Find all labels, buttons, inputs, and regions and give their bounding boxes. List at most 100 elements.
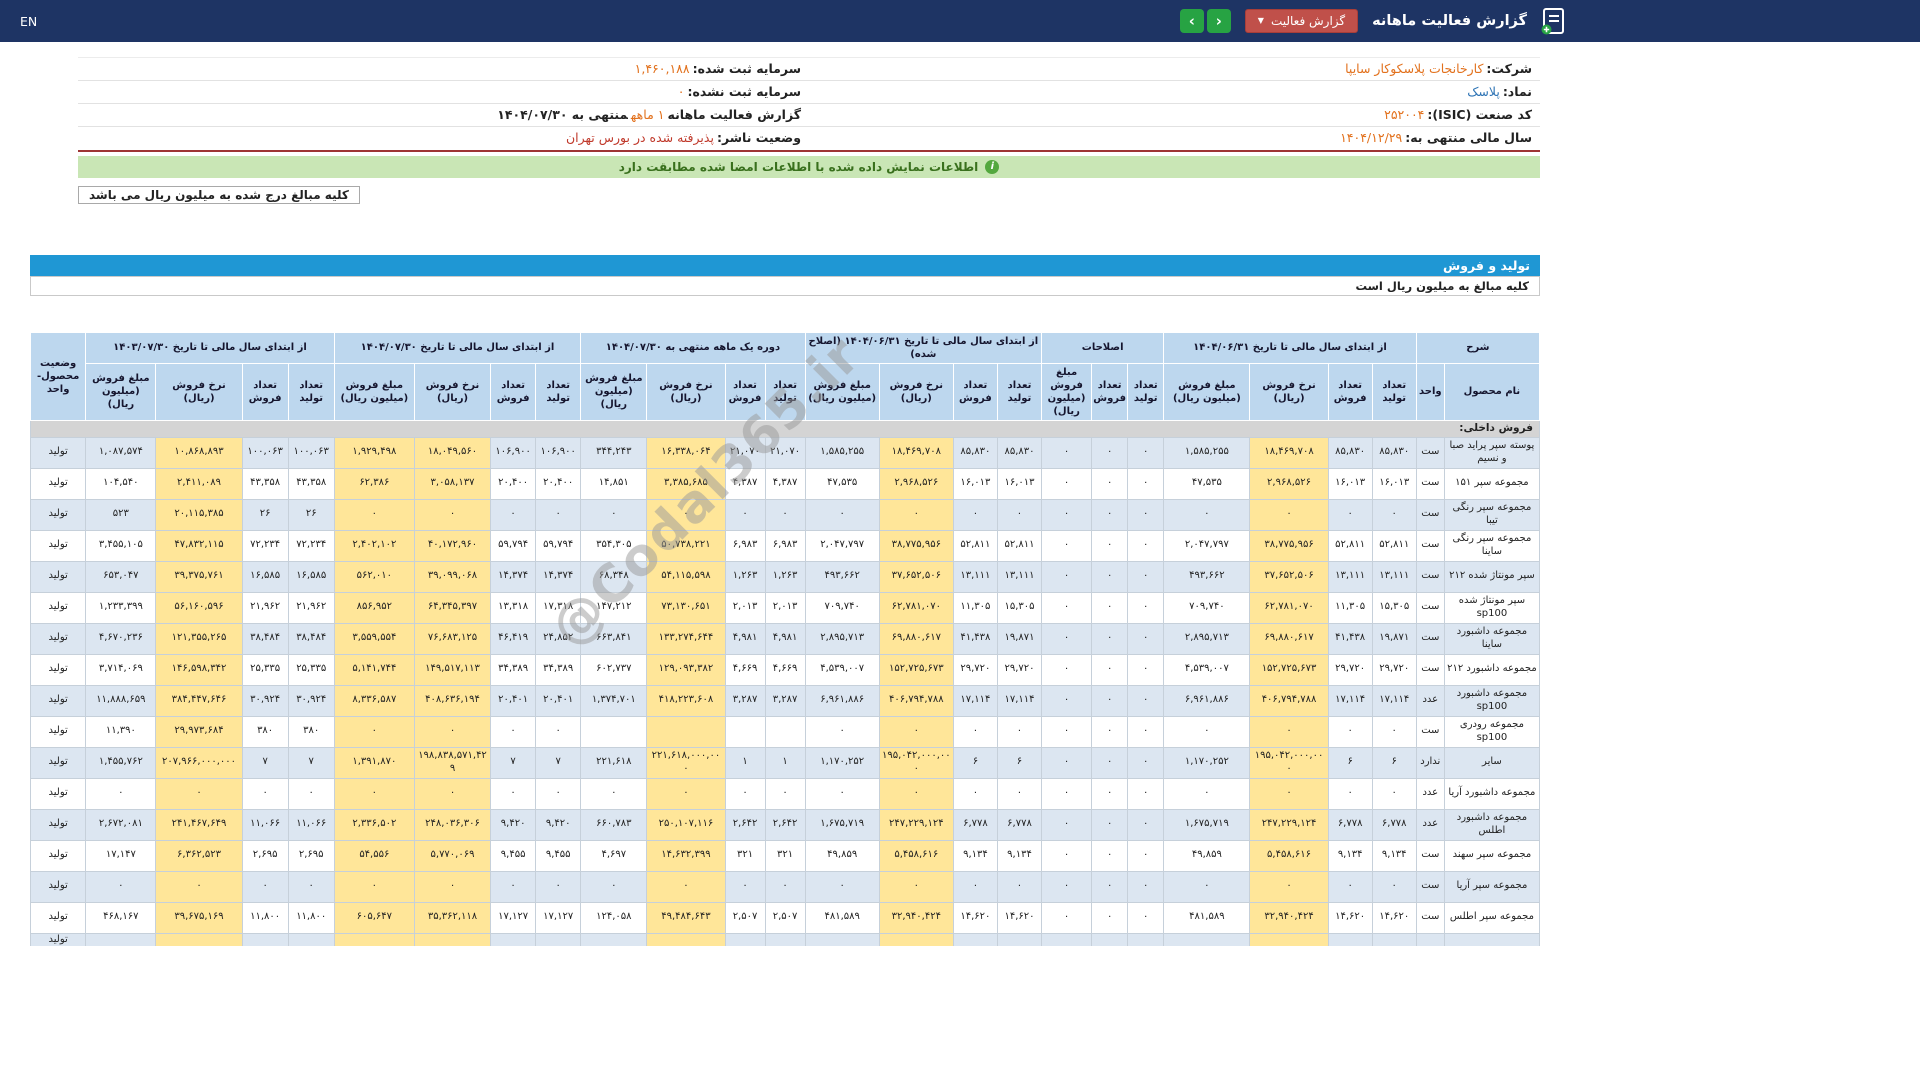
- value-cell: ۹,۱۳۴: [1327, 839, 1373, 872]
- product-name-cell: مجموعه داشبورد ساینا: [1443, 622, 1541, 655]
- value-cell: ۰: [1091, 684, 1129, 717]
- value-cell: ۴۱۸,۲۲۳,۶۰۸: [646, 684, 726, 717]
- status-cell: تولید: [29, 467, 87, 500]
- report-type-dropdown[interactable]: گزارش فعالیت ▼: [1244, 9, 1359, 33]
- value-cell: [241, 932, 289, 946]
- value-cell: ۰: [580, 870, 648, 903]
- value-cell: ۹,۴۵۵: [535, 839, 582, 872]
- value-cell: ۳۲۱: [764, 839, 806, 872]
- value-cell: ۰: [952, 715, 998, 748]
- value-cell: ۱۳,۱۱۱: [1371, 560, 1417, 593]
- product-name-cell: مجموعه سپر اطلس: [1443, 901, 1541, 934]
- status-cell: تولید: [29, 777, 87, 810]
- column-header: نرخ فروش (ریال): [155, 362, 243, 421]
- unit-cell: ست: [1415, 715, 1445, 748]
- value-cell: ۰: [1041, 839, 1093, 872]
- value-cell: ۶۸,۳۴۸: [580, 560, 648, 593]
- product-header: نام محصول: [1443, 362, 1541, 421]
- value-cell: ۰: [1127, 746, 1165, 779]
- value-cell: ۱۵,۳۰۵: [1371, 591, 1417, 624]
- value-cell: ۱۶,۳۳۸,۰۶۴: [646, 436, 726, 469]
- value-cell: ۳۹,۶۷۵,۱۶۹: [155, 901, 243, 934]
- value-cell: ۰: [952, 777, 998, 810]
- next-report-button[interactable]: ›: [1206, 9, 1231, 33]
- value-cell: ۲,۶۹۵: [287, 839, 335, 872]
- value-cell: ۱,۰۸۷,۵۷۴: [85, 436, 157, 469]
- company-info-label: شرکت:: [1486, 61, 1532, 76]
- product-name-cell: سایر: [1443, 746, 1541, 779]
- value-cell: ۱۱,۸۰۰: [287, 901, 335, 934]
- company-info-row: کد صنعت (ISIC):۲۵۲۰۰۴ گزارش فعالیت ماهانه…: [78, 104, 1540, 128]
- value-cell: ۴۰۶,۷۹۴,۷۸۸: [1249, 684, 1329, 717]
- company-info-value[interactable]: پلاسک: [1467, 84, 1500, 99]
- value-cell: ۲۹,۷۲۰: [1371, 653, 1417, 686]
- value-cell: ۰: [1327, 870, 1373, 903]
- product-row: سایر ندارد ۶ ۶ ۱۹۵,۰۴۲,۰۰۰,۰۰۰ ۱,۱۷۰,۲۵۲ ۰ ۰ ۰ ۶ ۶…: [29, 746, 1541, 779]
- value-cell: [646, 932, 726, 946]
- value-cell: ۳۲۱: [724, 839, 766, 872]
- value-cell: ۰: [1249, 870, 1329, 903]
- product-row: تولید: [29, 932, 1541, 946]
- value-cell: ۳۷,۶۵۲,۵۰۶: [878, 560, 954, 593]
- value-cell: ۰: [1163, 870, 1251, 903]
- value-cell: ۲۱,۰۷۰: [764, 436, 806, 469]
- value-cell: ۲۴۷,۲۲۹,۱۲۴: [1249, 808, 1329, 841]
- value-cell: ۱,۳۷۴,۷۰۱: [580, 684, 648, 717]
- value-cell: ۴,۳۸۷: [724, 467, 766, 500]
- value-cell: ۲,۹۶۸,۵۲۶: [878, 467, 954, 500]
- prev-report-button[interactable]: ‹: [1179, 9, 1204, 33]
- value-cell: ۱۳,۱۱۱: [1327, 560, 1373, 593]
- value-cell: ۰: [1091, 901, 1129, 934]
- value-cell: ۰: [1127, 467, 1165, 500]
- value-cell: ۱۶,۰۱۳: [952, 467, 998, 500]
- value-cell: ۰: [764, 777, 806, 810]
- unit-cell: [1415, 932, 1445, 946]
- language-en-link[interactable]: EN: [20, 14, 37, 29]
- value-cell: ۰: [1041, 622, 1093, 655]
- value-cell: ۱۱,۳۰۵: [952, 591, 998, 624]
- value-cell: ۰: [952, 498, 998, 531]
- value-cell: ۰: [996, 777, 1043, 810]
- value-cell: ۴,۵۳۹,۰۰۷: [1163, 653, 1251, 686]
- value-cell: ۰: [413, 870, 492, 903]
- value-cell: ۰: [490, 498, 537, 531]
- product-name-cell: سپر مونتاژ شده ۲۱۲: [1443, 560, 1541, 593]
- value-cell: [413, 932, 492, 946]
- value-cell: ۱۴۷,۲۱۲: [580, 591, 648, 624]
- product-row: مجموعه سپر ۱۵۱ ست ۱۶,۰۱۳ ۱۶,۰۱۳ ۲,۹۶۸,۵۲۶ ۴۷,…: [29, 467, 1541, 500]
- product-name-cell: مجموعه سپر رنگی ساینا: [1443, 529, 1541, 562]
- column-header: تعداد تولید: [1371, 362, 1417, 421]
- value-cell: ۳,۷۱۴,۰۶۹: [85, 653, 157, 686]
- value-cell: ۰: [1091, 560, 1129, 593]
- value-cell: ۵۲,۸۱۱: [1327, 529, 1373, 562]
- report-document-icon[interactable]: [1541, 7, 1565, 35]
- value-cell: ۳۴۴,۲۴۳: [580, 436, 648, 469]
- company-info-row: سال مالی منتهی به:۱۴۰۴/۱۲/۲۹ وضعیت ناشر:پ…: [78, 127, 1540, 149]
- value-cell: ۰: [996, 498, 1043, 531]
- value-cell: ۰: [1127, 808, 1165, 841]
- value-cell: ۱,۴۵۵,۷۶۲: [85, 746, 157, 779]
- value-cell: ۰: [804, 870, 880, 903]
- value-cell: ۰: [333, 498, 415, 531]
- unit-cell: ست: [1415, 901, 1445, 934]
- value-cell: ۷: [287, 746, 335, 779]
- value-cell: ۰: [1041, 498, 1093, 531]
- table-head: شرح از ابتدای سال مالی تا تاریخ ۱۴۰۴/۰۶/۳…: [29, 331, 1541, 421]
- company-info-value[interactable]: کارخانجات پلاسکوکار سایپا: [1345, 61, 1483, 76]
- table-body: فروش داخلی: پوسته سپر پراید صبا و نسیم ست ۸…: [29, 419, 1541, 946]
- value-cell: ۰: [85, 777, 157, 810]
- notice-text: اطلاعات نمایش داده شده با اطلاعات امضا ش…: [618, 159, 979, 174]
- value-cell: ۶۴,۳۴۵,۳۹۷: [413, 591, 492, 624]
- value-cell: ۴۰,۱۷۲,۹۶۰: [413, 529, 492, 562]
- value-cell: ۵,۱۴۱,۷۴۴: [333, 653, 415, 686]
- value-cell: ۰: [878, 870, 954, 903]
- value-cell: ۴۷,۸۳۲,۱۱۵: [155, 529, 243, 562]
- value-cell: ۱۴,۸۵۱: [580, 467, 648, 500]
- value-cell: ۰: [1091, 839, 1129, 872]
- value-cell: ۰: [646, 777, 726, 810]
- value-cell: ۳۸,۴۸۴: [287, 622, 335, 655]
- value-cell: ۰: [1127, 684, 1165, 717]
- value-cell: ۱۶,۰۱۳: [1327, 467, 1373, 500]
- value-cell: ۱۰,۸۶۸,۸۹۳: [155, 436, 243, 469]
- value-cell: ۱۴۶,۵۹۸,۳۴۲: [155, 653, 243, 686]
